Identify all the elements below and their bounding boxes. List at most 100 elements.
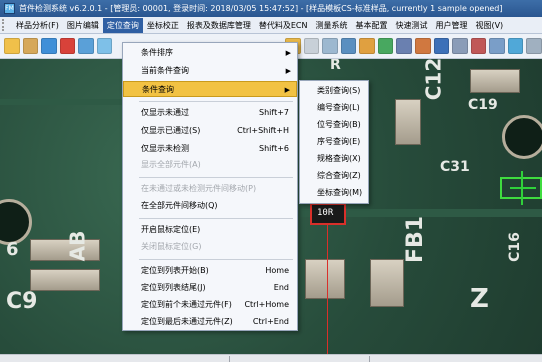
menu-item-goto-last-failed[interactable]: 定位到最后未通过元件(Z) Ctrl+End <box>123 314 297 330</box>
settings-icon[interactable] <box>414 38 431 54</box>
open-icon[interactable] <box>4 38 20 54</box>
silkscreen-label: C16 <box>506 232 523 262</box>
save-icon[interactable] <box>41 38 57 54</box>
pcb-pad <box>470 69 520 93</box>
menu-item-label: 定位到列表结尾(J) <box>141 283 206 292</box>
pcb-pad <box>370 259 404 307</box>
locate-query-dropdown-menu: 条件排序 ▶ 当前条件查询 ▶ 条件查询 ▶ 仅显示未通过 Shift+7 仅显… <box>122 42 298 331</box>
submenu-item-sequence-query[interactable]: 序号查询(E) <box>300 133 368 150</box>
menu-item-show-all: 显示全部元件(A) <box>123 157 297 173</box>
menu-separator <box>139 218 293 219</box>
search-icon[interactable] <box>322 38 338 54</box>
menu-report-database[interactable]: 报表及数据库管理 <box>183 18 255 33</box>
menu-item-current-condition-query[interactable]: 当前条件查询 ▶ <box>123 63 297 79</box>
layers-icon[interactable] <box>452 38 468 54</box>
zoom-icon[interactable] <box>507 38 524 54</box>
submenu-item-coordinate-query[interactable]: 坐标查询(M) <box>300 184 368 201</box>
flag-icon[interactable] <box>470 38 487 54</box>
silkscreen-label: C19 <box>468 97 498 113</box>
submenu-arrow-icon: ▶ <box>285 67 291 75</box>
menu-item-label: 定位到列表开始(B) <box>141 266 209 275</box>
camera-icon[interactable] <box>433 38 450 54</box>
menu-item-label: 关闭鼠标定位(G) <box>141 242 202 251</box>
menu-item-move-all[interactable]: 在全部元件间移动(Q) <box>123 198 297 214</box>
menu-item-show-passed[interactable]: 仅显示已通过(S) Ctrl+Shift+H <box>123 123 297 139</box>
silkscreen-label: Z <box>470 284 489 314</box>
menu-item-label: 当前条件查询 <box>141 66 189 75</box>
pcb-pad <box>395 99 421 145</box>
menu-item-move-failed-untested: 在未通过或未检测元件间移动(P) <box>123 181 297 197</box>
menu-grip-handle[interactable] <box>2 19 10 31</box>
submenu-item-number-query[interactable]: 编号查询(L) <box>300 99 368 116</box>
component-marking: 10R <box>317 208 334 218</box>
status-bar <box>0 354 542 362</box>
zoom-icon[interactable] <box>96 38 113 54</box>
menu-item-condition-query[interactable]: 条件查询 ▶ <box>123 81 297 97</box>
submenu-arrow-icon: ▶ <box>285 49 291 57</box>
menu-item-shortcut: Ctrl+Shift+H <box>237 126 289 135</box>
menu-item-disable-mouse-locate: 关闭鼠标定位(G) <box>123 239 297 255</box>
menu-basic-config[interactable]: 基本配置 <box>351 18 391 33</box>
menu-item-show-untested[interactable]: 仅显示未检测 Shift+6 <box>123 141 297 157</box>
layers-icon[interactable] <box>340 38 357 54</box>
grid-icon[interactable] <box>303 38 320 54</box>
submenu-item-refdes-query[interactable]: 位号查询(B) <box>300 116 368 133</box>
menu-user-management[interactable]: 用户管理 <box>431 18 471 33</box>
menu-item-enable-mouse-locate[interactable]: 开启鼠标定位(E) <box>123 222 297 238</box>
menu-bar: 样品分析(F) 图片编辑 定位查询 坐标校正 报表及数据库管理 替代料及ECN … <box>0 17 542 34</box>
menu-item-shortcut: Shift+6 <box>259 144 289 153</box>
settings-icon[interactable] <box>526 38 542 54</box>
menu-item-label: 在全部元件间移动(Q) <box>141 201 218 210</box>
menu-item-label: 仅显示未通过 <box>141 108 189 117</box>
submenu-arrow-icon: ▶ <box>284 86 290 94</box>
app-logo-icon: FM <box>4 3 15 14</box>
filter-icon[interactable] <box>396 38 412 54</box>
submenu-item-category-query[interactable]: 类别查询(S) <box>300 82 368 99</box>
menu-item-label: 条件排序 <box>141 48 173 57</box>
pcb-pad <box>305 259 345 299</box>
submenu-item-combined-query[interactable]: 综合查询(Z) <box>300 167 368 184</box>
menu-item-shortcut: Ctrl+Home <box>244 300 289 309</box>
menu-item-shortcut: End <box>273 283 289 292</box>
menu-measurement[interactable]: 测量系统 <box>311 18 351 33</box>
edit-icon[interactable] <box>22 38 39 54</box>
condition-query-submenu: 类别查询(S) 编号查询(L) 位号查询(B) 序号查询(E) 规格查询(X) … <box>299 80 369 204</box>
menu-locate-query[interactable]: 定位查询 <box>102 17 143 33</box>
pcb-via-hole <box>502 115 542 159</box>
silkscreen-label: C31 <box>440 159 470 175</box>
menu-item-show-failed[interactable]: 仅显示未通过 Shift+7 <box>123 105 297 121</box>
menu-item-shortcut: Shift+7 <box>259 108 289 117</box>
menu-item-goto-list-start[interactable]: 定位到列表开始(B) Home <box>123 263 297 279</box>
menu-item-label: 定位到最后未通过元件(Z) <box>141 317 233 326</box>
silkscreen-label: AB <box>65 230 90 262</box>
chart-icon[interactable] <box>377 38 394 54</box>
selected-component-box[interactable]: 10R <box>310 203 346 225</box>
menu-separator <box>139 259 293 260</box>
menu-separator <box>139 101 293 102</box>
menu-coordinate-correction[interactable]: 坐标校正 <box>143 18 183 33</box>
submenu-item-spec-query[interactable]: 规格查询(X) <box>300 150 368 167</box>
flag-icon[interactable] <box>359 38 375 54</box>
grid-icon[interactable] <box>489 38 505 54</box>
menu-sample-analysis[interactable]: 样品分析(F) <box>12 18 63 33</box>
zoom-icon[interactable] <box>78 38 94 54</box>
menu-item-condition-sort[interactable]: 条件排序 ▶ <box>123 45 297 61</box>
menu-item-goto-first-failed[interactable]: 定位到前个未通过元件(F) Ctrl+Home <box>123 297 297 313</box>
menu-image-edit[interactable]: 图片编辑 <box>63 18 103 33</box>
menu-view[interactable]: 视图(V) <box>471 18 507 33</box>
silkscreen-label: R <box>330 59 341 73</box>
menu-item-label: 在未通过或未检测元件间移动(P) <box>141 184 257 193</box>
silkscreen-label: 6 <box>6 239 19 260</box>
menu-item-label: 定位到前个未通过元件(F) <box>141 300 232 309</box>
crosshair-horizontal <box>510 187 536 189</box>
status-cell <box>0 356 230 362</box>
menu-item-shortcut: Ctrl+End <box>252 317 289 326</box>
menu-quick-test[interactable]: 快速测试 <box>391 18 431 33</box>
menu-item-goto-list-end[interactable]: 定位到列表结尾(J) End <box>123 280 297 296</box>
menu-separator <box>139 177 293 178</box>
image-icon[interactable] <box>59 38 76 54</box>
pcb-pad <box>30 269 100 291</box>
menu-item-label: 显示全部元件(A) <box>141 160 201 169</box>
status-cell <box>230 356 370 362</box>
menu-substitute-ecn[interactable]: 替代料及ECN <box>255 18 312 33</box>
